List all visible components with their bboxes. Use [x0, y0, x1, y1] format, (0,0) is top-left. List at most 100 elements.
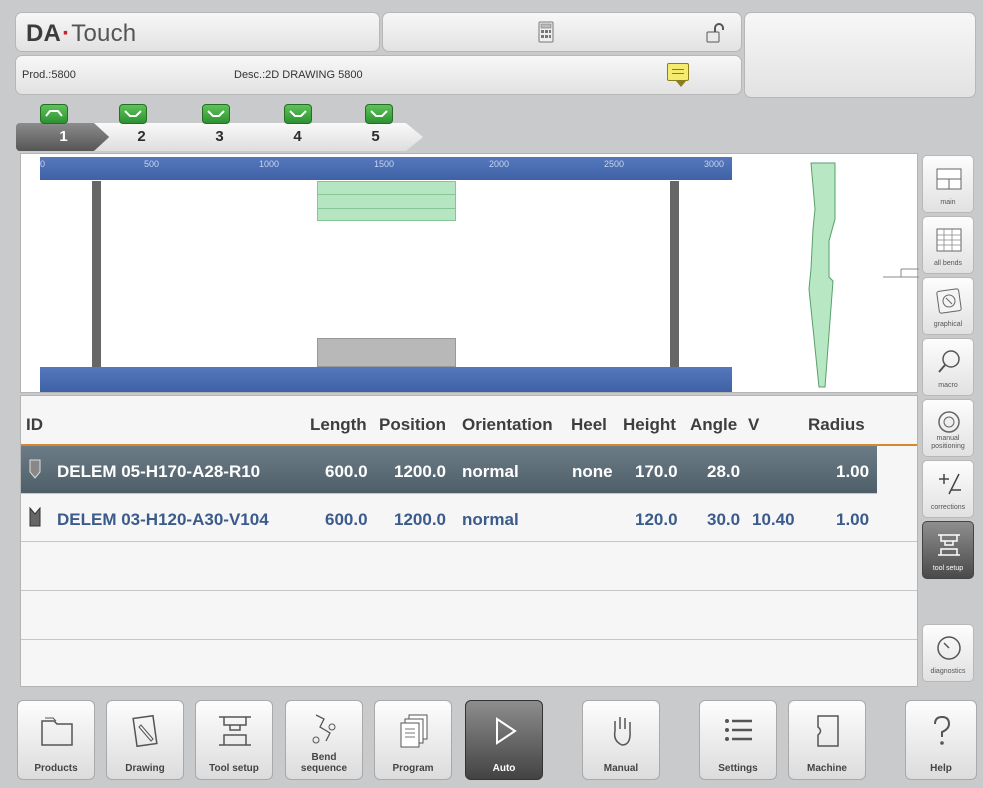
magnifier-icon — [938, 350, 960, 373]
machine-icon — [817, 715, 839, 747]
product-description: Desc.:2D DRAWING 5800 — [234, 69, 363, 81]
nav-machine[interactable]: Machine — [788, 700, 866, 780]
tab-label: 1 — [59, 128, 68, 145]
cell-length: 600.0 — [325, 462, 368, 481]
side-label: main — [940, 199, 956, 206]
cell-length: 600.0 — [325, 510, 368, 529]
die-tool[interactable] — [317, 338, 456, 367]
toolbar-box — [382, 12, 742, 52]
bend-down-icon — [365, 104, 393, 124]
bend-down-icon — [202, 104, 230, 124]
nav-label: Auto — [492, 763, 516, 774]
table-row[interactable]: DELEM 05-H170-A28-R10 600.0 1200.0 norma… — [21, 446, 877, 494]
nav-label: Products — [34, 763, 78, 774]
tool-setup-side-button[interactable]: tool setup — [922, 521, 974, 579]
side-label: manual positioning — [931, 435, 965, 450]
main-view-button[interactable]: main — [922, 155, 974, 213]
diagnostics-button[interactable]: diagnostics — [922, 624, 974, 682]
die-icon — [29, 507, 41, 527]
side-label: all bends — [933, 260, 963, 267]
table-header: ID Length Position Orientation Heel Heig… — [21, 396, 917, 446]
nav-products[interactable]: Products — [17, 700, 95, 780]
nav-label: Machine — [806, 763, 847, 774]
nav-settings[interactable]: Settings — [699, 700, 777, 780]
tool-setup-graphic[interactable]: 0 500 1000 1500 2000 2500 3000 — [20, 153, 919, 393]
press-bed — [40, 367, 732, 392]
table-row-empty — [21, 592, 917, 640]
all-bends-button[interactable]: all bends — [922, 216, 974, 274]
col-id: ID — [26, 415, 43, 434]
cell-id: DELEM 03-H120-A30-V104 — [57, 510, 269, 529]
product-number: Prod.:5800 — [22, 69, 76, 81]
ruler-tick: 500 — [144, 159, 160, 169]
dial-icon — [938, 411, 960, 433]
tab-label: 3 — [215, 128, 224, 145]
tool-setup-icon — [938, 534, 960, 556]
punch-tool[interactable] — [317, 181, 456, 221]
graphical-button[interactable]: graphical — [922, 277, 974, 335]
table-row[interactable]: DELEM 03-H120-A30-V104 600.0 1200.0 norm… — [21, 494, 917, 542]
cell-orientation: normal — [462, 510, 519, 529]
app-title-box: DA·Touch — [15, 12, 380, 52]
col-orientation: Orientation — [462, 415, 553, 434]
calculator-icon[interactable] — [538, 21, 554, 43]
ruler-tick: 3000 — [704, 159, 725, 169]
bend-sequence-icon — [312, 714, 336, 744]
play-icon — [496, 717, 517, 745]
macro-button[interactable]: macro — [922, 338, 974, 396]
table-row-empty — [21, 543, 917, 591]
cell-radius: 1.00 — [836, 510, 870, 529]
col-position: Position — [379, 415, 447, 434]
cell-heel: none — [572, 462, 613, 481]
nav-label-line2: sequence — [300, 763, 348, 774]
bend-up-icon — [40, 104, 68, 124]
graphical-icon — [936, 288, 962, 314]
logo-da: DA — [26, 20, 62, 47]
tool-setup-icon — [219, 716, 251, 746]
nav-label: Help — [930, 763, 952, 774]
tool-table: ID Length Position Orientation Heel Heig… — [20, 395, 918, 687]
right-frame-column — [670, 181, 679, 367]
header-right-box — [744, 12, 976, 98]
cell-radius: 1.00 — [836, 462, 870, 481]
logo-touch: Touch — [71, 20, 137, 47]
press-beam-ruler: 0 500 1000 1500 2000 2500 3000 — [40, 157, 732, 180]
nav-bend-sequence[interactable]: Bend sequence — [285, 700, 363, 780]
ruler-tick: 0 — [40, 159, 46, 169]
tab-label: 2 — [137, 128, 146, 145]
nav-help[interactable]: Help — [905, 700, 977, 780]
ruler-tick: 1500 — [374, 159, 395, 169]
note-icon[interactable] — [667, 63, 689, 87]
punch-profile — [808, 162, 919, 388]
manual-positioning-button[interactable]: manual positioning — [922, 399, 974, 457]
cell-orientation: normal — [462, 462, 519, 481]
tab-bend-1[interactable]: 1 — [16, 123, 111, 151]
main-view-icon — [936, 168, 962, 190]
nav-auto[interactable]: Auto — [465, 700, 543, 780]
side-label: diagnostics — [930, 668, 966, 675]
left-frame-column — [92, 181, 101, 367]
nav-label: Manual — [603, 763, 639, 774]
nav-program[interactable]: Program — [374, 700, 452, 780]
cell-position: 1200.0 — [394, 462, 446, 481]
nav-tool-setup[interactable]: Tool setup — [195, 700, 273, 780]
ruler-tick: 1000 — [259, 159, 280, 169]
side-label: corrections — [930, 504, 966, 511]
settings-list-icon — [725, 719, 752, 741]
col-v: V — [748, 415, 760, 434]
unlocked-padlock-icon[interactable] — [706, 23, 724, 43]
col-height: Height — [623, 415, 676, 434]
col-radius: Radius — [808, 415, 865, 434]
side-label: macro — [938, 382, 958, 389]
col-angle: Angle — [690, 415, 738, 434]
cell-angle: 30.0 — [707, 510, 741, 529]
ruler-tick: 2000 — [489, 159, 510, 169]
cell-height: 120.0 — [635, 510, 678, 529]
nav-manual[interactable]: Manual — [582, 700, 660, 780]
cell-angle: 28.0 — [707, 462, 741, 481]
col-heel: Heel — [571, 415, 607, 434]
pencil-drawing-icon — [132, 714, 158, 748]
corrections-button[interactable]: corrections — [922, 460, 974, 518]
col-length: Length — [310, 415, 367, 434]
nav-drawing[interactable]: Drawing — [106, 700, 184, 780]
